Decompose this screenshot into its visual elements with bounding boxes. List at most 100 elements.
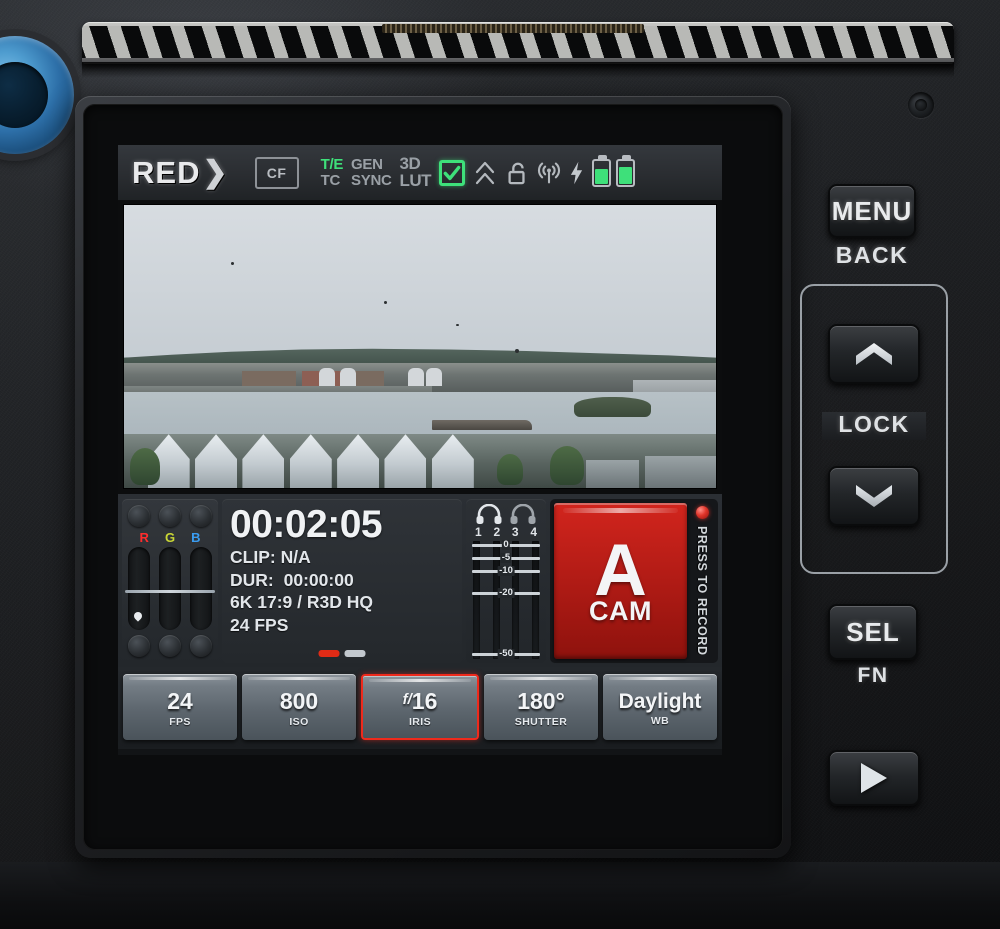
audio-scale-0: 0 (501, 539, 511, 551)
info-panel: R G B 00:02:05 CLIP: N/A DUR: 00:00:00 6… (118, 494, 722, 667)
camera-body: RED ❯ CF T/E TC GEN SYNC 3D LUT R G B 00… (0, 0, 1000, 929)
rgb-slider-row[interactable] (125, 547, 215, 630)
play-button[interactable] (828, 750, 920, 806)
timecode-source-indicator: T/E TC (320, 156, 344, 189)
status-icon-group: T/E TC GEN SYNC 3D LUT (320, 154, 636, 190)
iris-prefix: f/ (402, 690, 412, 708)
clip-value: N/A (280, 546, 311, 567)
battery-1-fill (595, 168, 609, 184)
scene-tank (319, 368, 336, 386)
lcd-screen[interactable]: RED ❯ CF T/E TC GEN SYNC 3D LUT R G B 00… (118, 145, 722, 755)
video-preview-area[interactable] (118, 201, 722, 494)
record-button[interactable]: A CAM (554, 503, 687, 659)
rgb-top-knob-row (126, 505, 214, 527)
rgb-knob-g-bottom[interactable] (159, 635, 181, 657)
audio-meters: 0 -5 -10 -20 -50 (470, 539, 542, 660)
setting-button-wb[interactable]: Daylight WB (603, 674, 717, 740)
cf-card-label: CF (266, 164, 287, 181)
rgb-knob-b-top[interactable] (190, 505, 212, 527)
up-button[interactable] (828, 324, 920, 384)
scene-tree (496, 453, 523, 485)
rgb-channel-labels: R G B (140, 530, 201, 545)
rec-indicator-red (318, 650, 340, 657)
menu-button-label: MENU (831, 195, 913, 226)
battery-group (592, 154, 636, 187)
clip-page-indicators[interactable] (318, 650, 366, 657)
right-control-panel: MENU BACK LOCK SEL FN (800, 66, 1000, 929)
lock-label: LOCK (838, 411, 910, 437)
scene-tent (242, 434, 285, 488)
duration-label: DUR: (230, 569, 274, 590)
audio-ch-2: 2 (493, 525, 501, 539)
audio-scale-10: -10 (497, 565, 515, 577)
red-brand-logo: RED ❯ (132, 155, 229, 191)
genlock-indicator: GEN SYNC (351, 157, 392, 189)
iris-value: f/16 (402, 689, 438, 713)
rgb-level-module[interactable]: R G B (122, 499, 218, 663)
genlock-bottom: SYNC (351, 171, 392, 189)
lightning-bolt-icon (570, 161, 583, 184)
rgb-knob-r-top[interactable] (128, 505, 150, 527)
press-to-record-hint: PRESS TO RECORD (695, 526, 709, 656)
rgb-slider-b[interactable] (190, 547, 212, 630)
chevron-up-icon (856, 343, 892, 365)
live-view-image (124, 205, 716, 488)
audio-scale-20: -20 (497, 587, 515, 599)
audio-meter-module[interactable]: 1 2 3 4 0 -5 -10 -20 -50 (466, 499, 546, 663)
rgb-knob-r-bottom[interactable] (128, 635, 150, 657)
top-ventilation-grille (82, 22, 954, 64)
tc-source-top: T/E (320, 156, 344, 174)
select-button[interactable]: SEL (828, 604, 918, 660)
blue-lens-mount-knob[interactable] (0, 36, 74, 154)
shutter-label: SHUTTER (514, 715, 568, 728)
double-chevron-up-icon (473, 160, 497, 186)
settings-bar: 24 FPS 800 ISO f/16 IRIS 180° SHUTTER Da… (118, 667, 722, 749)
fps-value: 24 (167, 687, 193, 714)
rgb-bottom-knob-row (126, 635, 214, 657)
scene-tank (340, 368, 357, 386)
rgb-knob-b-bottom[interactable] (190, 635, 212, 657)
audio-channel-numbers: 1 2 3 4 (470, 525, 542, 539)
rgb-label-g: G (164, 530, 176, 545)
shutter-value: 180° (517, 687, 565, 714)
fps-label: FPS (169, 715, 191, 728)
battery-2-icon (616, 154, 636, 187)
rgb-level-line (125, 590, 215, 594)
lut-bottom: LUT (399, 170, 432, 190)
scene-crate (242, 370, 296, 387)
tc-source-bottom: TC (320, 171, 341, 189)
down-button[interactable] (828, 466, 920, 526)
scene-tent (337, 434, 380, 488)
wb-label: WB (650, 714, 670, 727)
play-triangle-icon (861, 763, 887, 793)
framerate-row: 24 FPS (230, 615, 289, 636)
audio-ch-4: 4 (530, 525, 537, 539)
scene-barge (431, 420, 533, 431)
rgb-knob-g-top[interactable] (159, 505, 181, 527)
rec-indicator-white (344, 650, 366, 657)
timecode-display: 00:02:05 (230, 503, 383, 546)
iso-value: 800 (279, 687, 319, 714)
status-bar: RED ❯ CF T/E TC GEN SYNC 3D LUT (118, 145, 722, 201)
clip-label: CLIP: (230, 546, 276, 567)
setting-button-iris[interactable]: f/16 IRIS (361, 674, 479, 740)
chevron-down-icon (856, 485, 892, 507)
iris-label: IRIS (408, 715, 432, 728)
vent-center-cap (382, 24, 644, 33)
clip-info-module[interactable]: 00:02:05 CLIP: N/A DUR: 00:00:00 6K 17:9… (222, 499, 462, 663)
scene-building (585, 460, 640, 488)
setting-button-shutter[interactable]: 180° SHUTTER (484, 674, 598, 740)
format-row: 6K 17:9 / R3D HQ (230, 592, 373, 613)
cf-card-badge[interactable]: CF (254, 156, 299, 189)
duration-value: 00:00:00 (283, 569, 354, 590)
rgb-slider-g[interactable] (159, 547, 181, 630)
scene-sky (124, 205, 716, 367)
setting-button-fps[interactable]: 24 FPS (123, 674, 237, 740)
lut-indicator: 3D LUT (399, 155, 432, 190)
setting-button-iso[interactable]: 800 ISO (242, 674, 356, 740)
scene-tent (384, 434, 427, 488)
iso-label: ISO (289, 715, 309, 728)
headphone-icon-row (470, 504, 542, 524)
menu-button[interactable]: MENU (828, 184, 916, 238)
camera-letter: A (594, 529, 647, 611)
